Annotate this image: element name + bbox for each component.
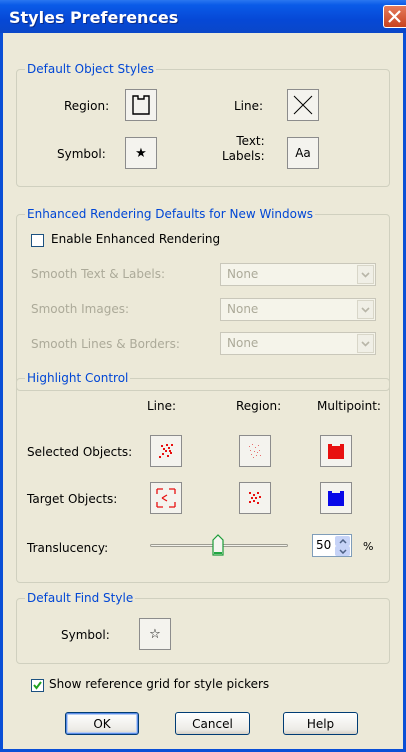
target-multipoint-style-button[interactable]	[320, 482, 352, 514]
translucency-label: Translucency:	[27, 541, 109, 555]
highlight-control-group: Highlight Control Line: Region: Multipoi…	[16, 371, 390, 583]
star-icon: ★	[135, 145, 147, 161]
translucency-unit: %	[363, 540, 374, 553]
star-outline-icon: ☆	[149, 626, 161, 642]
column-header-region: Region:	[236, 399, 282, 413]
chevron-down-icon[interactable]	[357, 265, 374, 284]
title-bar[interactable]: Styles Preferences	[0, 0, 406, 33]
slider-thumb[interactable]	[212, 534, 224, 556]
enable-enhanced-rendering-label[interactable]: Enable Enhanced Rendering	[51, 232, 220, 246]
smooth-images-label: Smooth Images:	[31, 302, 129, 316]
help-button-label: Help	[306, 716, 335, 731]
ok-button-label: OK	[93, 716, 111, 731]
smooth-images-value: None	[227, 302, 259, 316]
spin-up-button[interactable]	[335, 536, 350, 546]
region-style-button[interactable]	[125, 89, 157, 121]
target-objects-label: Target Objects:	[27, 492, 118, 506]
column-header-multipoint: Multipoint:	[317, 399, 381, 413]
slider-thumb-icon	[212, 534, 224, 556]
line-style-icon	[293, 95, 313, 115]
translucency-value[interactable]: 50	[316, 538, 331, 552]
show-reference-grid-label[interactable]: Show reference grid for style pickers	[49, 677, 269, 691]
close-icon	[388, 10, 401, 23]
target-line-style-button[interactable]	[150, 482, 182, 514]
default-find-style-group: Default Find Style Symbol: ☆	[16, 591, 390, 664]
selected-multipoint-style-button[interactable]	[320, 435, 352, 467]
group-legend: Default Find Style	[25, 591, 136, 605]
translucency-spinbox[interactable]: 50	[312, 534, 352, 557]
spin-down-button[interactable]	[335, 546, 350, 556]
dialog-window: Styles Preferences Default Object Styles…	[0, 0, 406, 752]
chevron-down-icon[interactable]	[357, 300, 374, 319]
find-symbol-style-button[interactable]: ☆	[139, 618, 171, 650]
column-header-line: Line:	[147, 399, 177, 413]
chevron-up-icon	[338, 538, 347, 544]
ok-button[interactable]: OK	[65, 712, 139, 735]
help-button[interactable]: Help	[283, 712, 358, 735]
text-labels-label: Text: Labels:	[222, 134, 265, 163]
selected-multipoint-marker-icon	[328, 444, 344, 459]
target-multipoint-marker-icon	[328, 491, 344, 506]
show-reference-grid-checkbox[interactable]	[31, 679, 44, 692]
find-symbol-label: Symbol:	[61, 628, 110, 642]
dialog-client-area: Default Object Styles Region: Line: Symb…	[3, 33, 403, 749]
selected-objects-label: Selected Objects:	[27, 445, 133, 459]
default-object-styles-group: Default Object Styles Region: Line: Symb…	[16, 62, 390, 187]
smooth-lines-value: None	[227, 336, 259, 350]
enable-enhanced-rendering-checkbox[interactable]	[31, 234, 44, 247]
chevron-down-icon[interactable]	[357, 334, 374, 353]
line-style-button[interactable]	[287, 89, 319, 121]
text-style-glyph: Aa	[295, 146, 311, 160]
group-legend: Highlight Control	[25, 371, 131, 385]
target-region-style-button[interactable]	[239, 482, 271, 514]
chevron-down-icon	[338, 548, 347, 554]
selected-line-pattern-icon	[159, 444, 173, 458]
window-title: Styles Preferences	[9, 8, 179, 27]
target-line-pattern-icon	[156, 488, 176, 508]
smooth-lines-select[interactable]: None	[220, 332, 376, 355]
text-labels-style-button[interactable]: Aa	[287, 137, 319, 169]
selected-region-style-button[interactable]	[239, 435, 271, 467]
enhanced-rendering-group: Enhanced Rendering Defaults for New Wind…	[16, 207, 390, 391]
line-label: Line:	[234, 99, 264, 113]
selected-region-pattern-icon	[249, 444, 261, 458]
smooth-text-select[interactable]: None	[220, 263, 376, 286]
smooth-lines-label: Smooth Lines & Borders:	[31, 337, 180, 351]
cancel-button-label: Cancel	[192, 716, 233, 731]
region-label: Region:	[64, 99, 110, 113]
cancel-button[interactable]: Cancel	[175, 712, 250, 735]
region-style-icon	[132, 95, 150, 115]
group-legend: Enhanced Rendering Defaults for New Wind…	[25, 207, 316, 221]
translucency-slider[interactable]	[150, 534, 288, 560]
close-button[interactable]	[383, 5, 406, 28]
selected-line-style-button[interactable]	[150, 435, 182, 467]
checkmark-icon	[33, 681, 42, 690]
symbol-label: Symbol:	[57, 147, 106, 161]
symbol-style-button[interactable]: ★	[125, 137, 157, 169]
smooth-text-label: Smooth Text & Labels:	[31, 267, 166, 281]
smooth-text-value: None	[227, 267, 259, 281]
target-region-pattern-icon	[249, 492, 261, 504]
group-legend: Default Object Styles	[25, 62, 156, 76]
smooth-images-select[interactable]: None	[220, 298, 376, 321]
